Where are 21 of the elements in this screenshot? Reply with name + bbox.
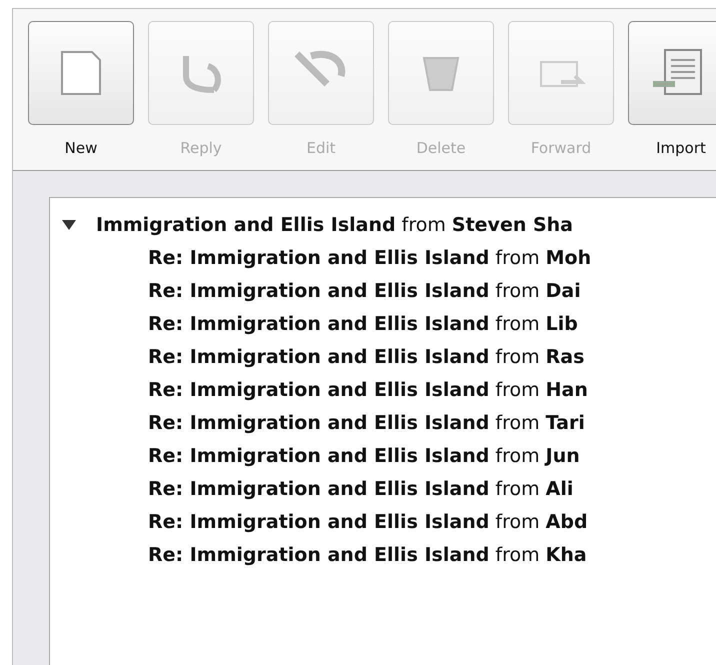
thread-title[interactable]: Immigration and Ellis Island from Steven Sha bbox=[96, 214, 574, 236]
reply-title[interactable]: Re: Immigration and Ellis Island from Kha bbox=[148, 544, 587, 566]
toolbar-label: Forward bbox=[530, 139, 592, 157]
disclosure-triangle-icon[interactable] bbox=[62, 220, 76, 230]
toolbar-label: Edit bbox=[306, 139, 336, 157]
blank-page-icon bbox=[58, 48, 104, 98]
toolbar-label: New bbox=[64, 139, 98, 157]
reply-title[interactable]: Re: Immigration and Ellis Island from Ras bbox=[148, 346, 584, 368]
reply-title[interactable]: Re: Immigration and Ellis Island from Abd bbox=[148, 510, 588, 532]
toolbar-label: Reply bbox=[180, 139, 222, 157]
reply-title[interactable]: Re: Immigration and Ellis Island from Moh bbox=[148, 246, 592, 268]
reply-title[interactable]: Re: Immigration and Ellis Island from Han bbox=[148, 378, 588, 400]
toolbar-label: Import bbox=[656, 139, 706, 157]
reply-title[interactable]: Re: Immigration and Ellis Island from Lib bbox=[148, 312, 578, 334]
reply-title[interactable]: Re: Immigration and Ellis Island from Dai bbox=[148, 280, 581, 302]
reply-title[interactable]: Re: Immigration and Ellis Island from Tari bbox=[148, 412, 585, 434]
new-button[interactable] bbox=[28, 21, 134, 125]
reply-title[interactable]: Re: Immigration and Ellis Island from Ali bbox=[148, 478, 574, 500]
import-button[interactable] bbox=[628, 21, 716, 125]
toolbar-label: Delete bbox=[416, 139, 466, 157]
reply-title[interactable]: Re: Immigration and Ellis Island from Jun bbox=[148, 444, 580, 466]
